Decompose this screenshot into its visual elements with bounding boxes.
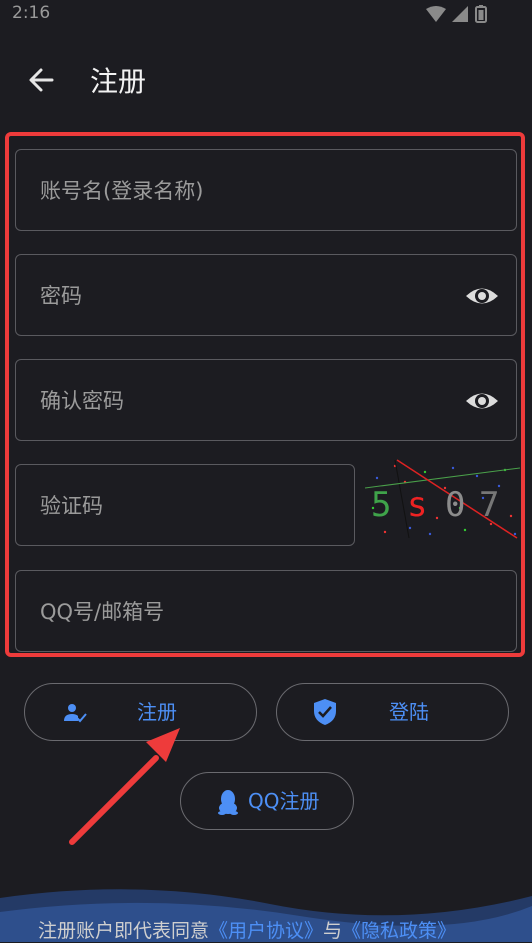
- battery-icon: [475, 5, 487, 23]
- user-agreement-link[interactable]: 《用户协议》: [209, 920, 323, 942]
- shield-check-icon: [314, 699, 336, 725]
- back-arrow-icon[interactable]: [24, 62, 60, 98]
- wifi-icon: [426, 6, 446, 22]
- account-input[interactable]: [38, 150, 462, 232]
- agreement-prefix: 注册账户即代表同意: [38, 920, 210, 942]
- eye-icon[interactable]: [464, 386, 500, 416]
- captcha-char-1: 5: [371, 485, 391, 525]
- qq-register-button[interactable]: QQ注册: [180, 772, 354, 830]
- qq-email-input[interactable]: [38, 571, 462, 653]
- captcha-field[interactable]: [15, 464, 355, 547]
- login-button[interactable]: 登陆: [276, 683, 509, 741]
- password-input[interactable]: [38, 255, 462, 337]
- captcha-char-3: 0: [445, 485, 465, 525]
- captcha-input[interactable]: [38, 465, 342, 547]
- confirm-password-field[interactable]: [15, 359, 517, 442]
- agreement-conjunction: 与: [323, 920, 343, 942]
- qq-email-field[interactable]: [15, 570, 517, 653]
- captcha-char-4: 7: [479, 485, 499, 525]
- annotation-arrow: [69, 728, 180, 845]
- account-field[interactable]: [15, 149, 517, 232]
- privacy-policy-link[interactable]: 《隐私政策》: [342, 920, 456, 942]
- app-bar: 注册: [0, 44, 532, 116]
- qq-register-label: QQ注册: [248, 789, 320, 813]
- confirm-password-input[interactable]: [38, 360, 462, 442]
- qq-penguin-icon: [218, 790, 238, 815]
- signal-icon: [452, 6, 468, 22]
- status-icons: [426, 5, 487, 23]
- captcha-char-2: s: [407, 485, 427, 525]
- captcha-image[interactable]: 5 s 0 7: [365, 458, 520, 540]
- eye-icon[interactable]: [464, 281, 500, 311]
- password-field[interactable]: [15, 254, 517, 337]
- agreement-text: 注册账户即代表同意《用户协议》与《隐私政策》: [38, 916, 456, 943]
- login-label: 登陆: [389, 700, 429, 724]
- status-bar: 2:16: [0, 0, 532, 28]
- status-time: 2:16: [12, 3, 51, 23]
- page-title: 注册: [90, 65, 147, 98]
